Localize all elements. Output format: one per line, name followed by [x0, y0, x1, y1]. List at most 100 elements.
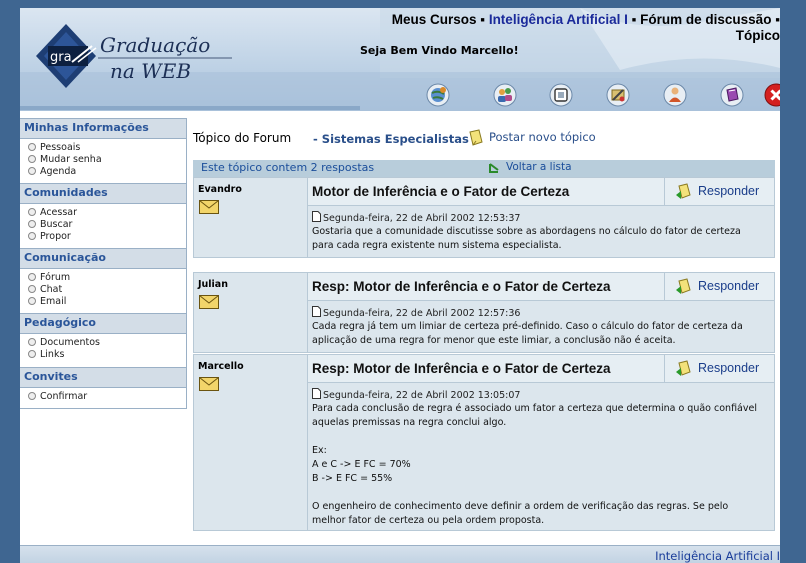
- sidebar-section-title: Pedagógico: [20, 313, 187, 334]
- new-topic-link[interactable]: Postar novo tópico: [469, 129, 596, 146]
- sidebar-item-access[interactable]: Acessar: [28, 206, 186, 218]
- sidebar-item-change-password[interactable]: Mudar senha: [28, 153, 186, 165]
- sidebar-section-list: Documentos Links: [20, 334, 187, 367]
- sidebar-item-chat[interactable]: Chat: [28, 283, 186, 295]
- breadcrumb: Meus Cursos ▪ Inteligência Artificial I …: [350, 12, 780, 44]
- sidebar-item-links[interactable]: Links: [28, 348, 186, 360]
- footer-course-link[interactable]: Inteligência Artificial I: [655, 549, 780, 563]
- globe-icon[interactable]: [425, 82, 451, 108]
- toolbar: [425, 82, 780, 108]
- sidebar-item-propose[interactable]: Propor: [28, 230, 186, 242]
- header: gra Graduação na WEB Meus Cursos ▪ Intel…: [20, 8, 780, 111]
- person-icon[interactable]: [662, 82, 688, 108]
- sidebar-item-email[interactable]: Email: [28, 295, 186, 307]
- sidebar-item-label: Buscar: [40, 218, 73, 230]
- reply-button[interactable]: Responder: [664, 355, 774, 383]
- reply-button[interactable]: Responder: [664, 273, 774, 301]
- radio-bullet-icon: [28, 220, 36, 228]
- post-title: Resp: Motor de Inferência e o Fator de C…: [312, 361, 611, 376]
- topic-label: Tópico do Forum: [193, 131, 292, 145]
- topic-name-text: Sistemas Especialistas: [321, 132, 469, 146]
- back-to-list-label: Voltar a lista: [506, 161, 572, 173]
- document-icon: [312, 306, 321, 317]
- logo-line1: Graduação: [100, 33, 210, 57]
- breadcrumb-my-courses[interactable]: Meus Cursos: [392, 12, 477, 27]
- sidebar-item-label: Documentos: [40, 336, 100, 348]
- exit-icon[interactable]: [763, 82, 780, 108]
- radio-bullet-icon: [28, 167, 36, 175]
- sidebar-section-title: Minhas Informações: [20, 118, 187, 139]
- forum-post: Evandro Motor de Inferência e o Fator de…: [193, 177, 775, 258]
- reply-icon: [676, 183, 691, 199]
- sidebar-item-documents[interactable]: Documentos: [28, 336, 186, 348]
- sidebar-item-personal[interactable]: Pessoais: [28, 141, 186, 153]
- radio-bullet-icon: [28, 232, 36, 240]
- breadcrumb-forum[interactable]: Fórum de discussão: [640, 12, 771, 27]
- post-date-text: Segunda-feira, 22 de Abril 2002 12:57:36: [323, 308, 521, 319]
- sidebar-item-label: Links: [40, 348, 65, 360]
- mail-icon[interactable]: [199, 200, 219, 214]
- post-date: Segunda-feira, 22 de Abril 2002 13:05:07: [312, 388, 520, 401]
- post-text: Gostaria que a comunidade discutisse sob…: [312, 226, 741, 251]
- post-title-bar: Motor de Inferência e o Fator de Certeza…: [308, 178, 774, 206]
- reply-icon: [676, 360, 691, 376]
- sidebar-item-confirm[interactable]: Confirmar: [28, 390, 186, 402]
- topic-name: - Sistemas Especialistas: [313, 132, 469, 146]
- logo[interactable]: gra Graduação na WEB: [32, 22, 242, 98]
- back-to-list-link[interactable]: Voltar a lista: [489, 161, 572, 173]
- post-body: Motor de Inferência e o Fator de Certeza…: [307, 178, 774, 257]
- post-body: Resp: Motor de Inferência e o Fator de C…: [307, 273, 774, 352]
- sidebar-item-label: Agenda: [40, 165, 77, 177]
- post-title-bar: Resp: Motor de Inferência e o Fator de C…: [308, 355, 774, 383]
- logo-small-text: gra: [50, 50, 72, 65]
- sidebar-section-title: Convites: [20, 367, 187, 388]
- sidebar-item-label: Acessar: [40, 206, 78, 218]
- post-text: Para cada conclusão de regra é associado…: [312, 403, 757, 526]
- post-date-text: Segunda-feira, 22 de Abril 2002 12:53:37: [323, 213, 521, 224]
- breadcrumb-separator: ▪: [771, 12, 780, 27]
- page-frame: gra Graduação na WEB Meus Cursos ▪ Intel…: [20, 8, 780, 563]
- sidebar-item-label: Pessoais: [40, 141, 81, 153]
- breadcrumb-course[interactable]: Inteligência Artificial I: [489, 12, 628, 27]
- sidebar-item-label: Fórum: [40, 271, 71, 283]
- topic-header: Tópico do Forum - Sistemas Especialistas…: [193, 118, 775, 160]
- sidebar-item-forum[interactable]: Fórum: [28, 271, 186, 283]
- chip-icon[interactable]: [548, 82, 574, 108]
- post-text: Cada regra já tem um limiar de certeza p…: [312, 321, 743, 346]
- reply-label: Responder: [698, 184, 760, 198]
- reply-icon: [676, 278, 691, 294]
- logo-graphic: gra Graduação na WEB: [36, 24, 232, 88]
- radio-bullet-icon: [28, 143, 36, 151]
- footer: Inteligência Artificial I: [20, 545, 780, 563]
- back-arrow-icon: [489, 163, 499, 173]
- post-date-text: Segunda-feira, 22 de Abril 2002 13:05:07: [323, 390, 521, 401]
- mail-icon[interactable]: [199, 295, 219, 309]
- radio-bullet-icon: [28, 208, 36, 216]
- reply-label: Responder: [698, 279, 760, 293]
- new-topic-label: Postar novo tópico: [489, 130, 596, 144]
- post-author[interactable]: Julian: [198, 279, 228, 290]
- post-date: Segunda-feira, 22 de Abril 2002 12:57:36: [312, 306, 520, 319]
- post-title: Motor de Inferência e o Fator de Certeza: [312, 184, 570, 199]
- sidebar-section-list: Fórum Chat Email: [20, 269, 187, 313]
- forum-post: Marcello Resp: Motor de Inferência e o F…: [193, 354, 775, 531]
- post-author[interactable]: Evandro: [198, 184, 242, 195]
- breadcrumb-separator: ▪: [627, 12, 641, 27]
- sidebar-item-agenda[interactable]: Agenda: [28, 165, 186, 177]
- breadcrumb-topic: Tópico: [735, 28, 780, 43]
- users-icon[interactable]: [492, 82, 518, 108]
- post-author[interactable]: Marcello: [198, 361, 244, 372]
- tools-icon[interactable]: [605, 82, 631, 108]
- book-icon[interactable]: [719, 82, 745, 108]
- sidebar-section-list: Pessoais Mudar senha Agenda: [20, 139, 187, 183]
- radio-bullet-icon: [28, 350, 36, 358]
- radio-bullet-icon: [28, 273, 36, 281]
- reply-button[interactable]: Responder: [664, 178, 774, 206]
- document-icon: [312, 211, 321, 222]
- sidebar-section-list: Confirmar: [20, 388, 187, 409]
- radio-bullet-icon: [28, 297, 36, 305]
- sidebar-item-search[interactable]: Buscar: [28, 218, 186, 230]
- sidebar-item-label: Chat: [40, 283, 63, 295]
- mail-icon[interactable]: [199, 377, 219, 391]
- post-title: Resp: Motor de Inferência e o Fator de C…: [312, 279, 611, 294]
